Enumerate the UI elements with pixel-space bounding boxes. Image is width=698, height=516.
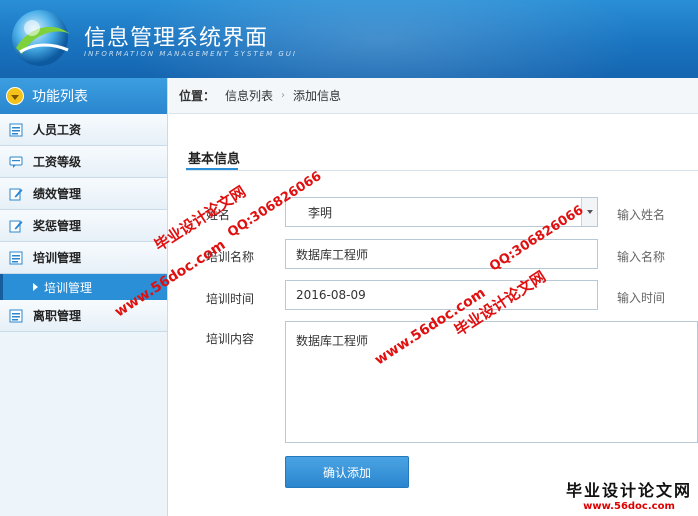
app-title: 信息管理系统界面 bbox=[84, 26, 269, 51]
name-select-value: 李明 bbox=[308, 205, 333, 220]
watermark-footer-brand: 毕业设计论文网 bbox=[565, 481, 692, 500]
sidebar-item-label: 绩效管理 bbox=[33, 187, 82, 201]
sidebar-item-salary[interactable]: 人员工资 bbox=[0, 114, 167, 146]
sidebar-header[interactable]: 功能列表 bbox=[0, 78, 167, 114]
training-name-input[interactable]: 数据库工程师 bbox=[285, 239, 598, 269]
submit-button[interactable]: 确认添加 bbox=[285, 456, 409, 488]
divider bbox=[186, 170, 698, 171]
section-title: 基本信息 bbox=[188, 152, 241, 167]
training-name-hint: 输入名称 bbox=[617, 250, 666, 264]
breadcrumb-item[interactable]: 信息列表 bbox=[225, 87, 273, 104]
edit-icon bbox=[9, 220, 23, 232]
sidebar-item-salary-level[interactable]: 工资等级 bbox=[0, 146, 167, 178]
training-content-label: 培训内容 bbox=[206, 332, 255, 346]
watermark-footer-site: www.56doc.com bbox=[583, 501, 675, 512]
sidebar-item-performance[interactable]: 绩效管理 bbox=[0, 178, 167, 210]
section-underline bbox=[186, 168, 238, 170]
breadcrumb-lead: 位置： bbox=[179, 89, 216, 103]
breadcrumb-item[interactable]: 添加信息 bbox=[293, 87, 341, 104]
sidebar-item-label: 奖惩管理 bbox=[33, 219, 82, 233]
breadcrumb: 位置： 信息列表 › 添加信息 bbox=[169, 78, 698, 114]
sidebar-item-label: 人员工资 bbox=[33, 123, 82, 137]
list-icon bbox=[9, 123, 23, 136]
list-icon bbox=[9, 251, 23, 264]
training-time-label: 培训时间 bbox=[206, 292, 255, 306]
sidebar-subitem-label: 培训管理 bbox=[44, 280, 93, 295]
sidebar-item-rewards[interactable]: 奖惩管理 bbox=[0, 210, 167, 242]
sidebar-item-label: 离职管理 bbox=[33, 309, 82, 323]
sidebar-item-training[interactable]: 培训管理 bbox=[0, 242, 167, 274]
name-hint: 输入姓名 bbox=[617, 208, 666, 222]
sidebar-item-label: 工资等级 bbox=[33, 155, 82, 169]
chevron-right-icon: › bbox=[281, 90, 286, 101]
watermark-footer: 毕业设计论文网 www.56doc.com bbox=[566, 477, 692, 512]
caret-right-icon bbox=[33, 283, 38, 291]
edit-icon bbox=[9, 188, 23, 200]
chevron-down-icon bbox=[6, 87, 24, 105]
app-header: 信息管理系统界面 INFORMATION MANAGEMENT SYSTEM G… bbox=[0, 0, 698, 78]
training-time-hint: 输入时间 bbox=[617, 291, 666, 305]
list-icon bbox=[9, 309, 23, 322]
logo-icon bbox=[12, 10, 70, 66]
sidebar-header-label: 功能列表 bbox=[32, 89, 88, 105]
app-subtitle: INFORMATION MANAGEMENT SYSTEM GUI bbox=[84, 50, 297, 58]
training-time-input[interactable]: 2016-08-09 bbox=[285, 280, 598, 310]
training-content-textarea[interactable]: 数据库工程师 bbox=[285, 321, 698, 443]
chat-icon bbox=[9, 156, 23, 168]
sidebar-item-label: 培训管理 bbox=[33, 251, 82, 265]
